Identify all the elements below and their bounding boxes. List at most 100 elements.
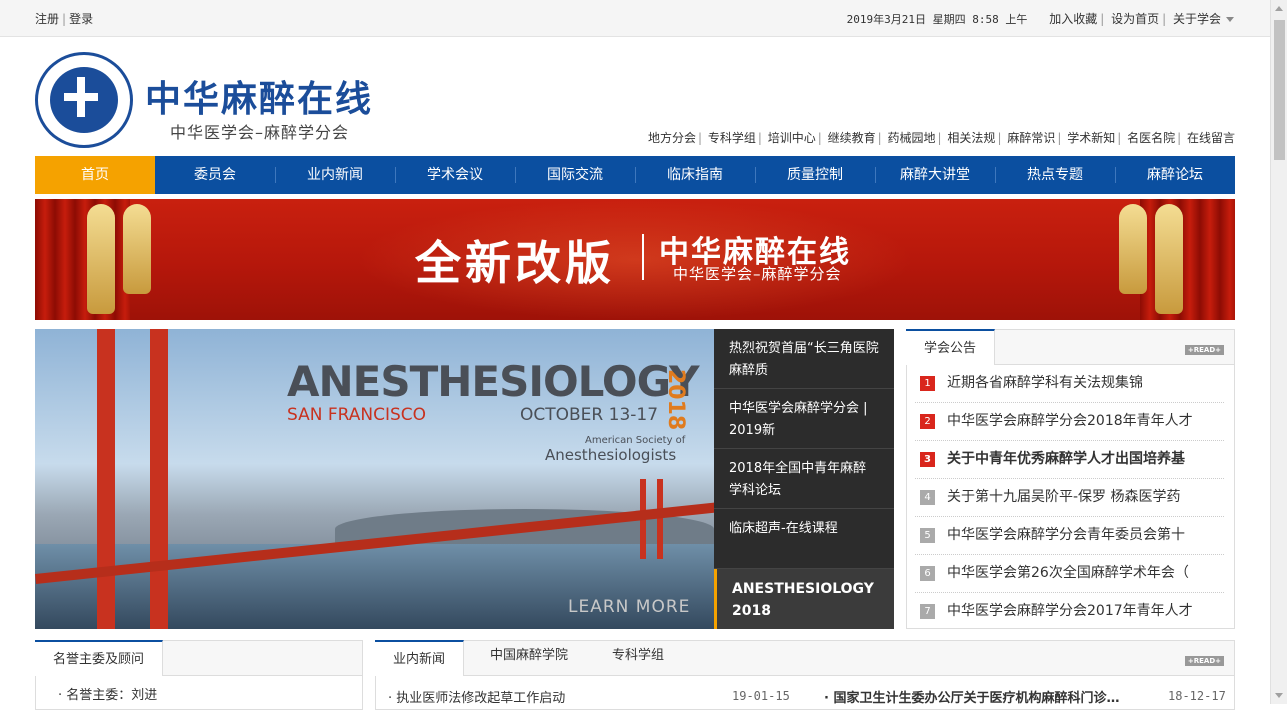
- quick-links: 地方分会 | 专科学组 | 培训中心 | 继续教育 | 药械园地 | 相关法规 | 麻醉常识…: [647, 131, 1235, 145]
- slide-list: 热烈祝贺首届“长三角医院麻醉质 中华医学会麻醉学分会 | 2019新 2018年…: [714, 329, 894, 629]
- quick-link[interactable]: 专科学组: [708, 131, 756, 145]
- list-item[interactable]: 3 关于中青年优秀麻醉学人才出国培养基: [915, 441, 1224, 479]
- honor-panel: 名誉主委及顾问 · 名誉主委：刘进: [35, 640, 363, 710]
- set-homepage-link[interactable]: 设为首页: [1111, 12, 1159, 26]
- tab-industry-news[interactable]: 业内新闻: [375, 640, 465, 676]
- tab-specialty-groups[interactable]: 专科学组: [612, 641, 664, 675]
- slide-dates: OCTOBER 13-17: [520, 405, 659, 425]
- scroll-thumb[interactable]: [1274, 20, 1285, 160]
- news-item-title[interactable]: · 执业医师法修改起草工作启动: [388, 687, 565, 706]
- rank-badge: 2: [920, 414, 935, 429]
- notice-title: 中华医学会麻醉学分会2018年青年人才: [947, 413, 1193, 429]
- list-item[interactable]: 4 关于第十九届吴阶平-保罗 杨森医学药: [915, 479, 1224, 517]
- nav-item-guidelines[interactable]: 临床指南: [635, 156, 755, 194]
- nav-item-forum[interactable]: 麻醉论坛: [1115, 156, 1235, 194]
- slide-org-line2: Anesthesiologists: [545, 446, 677, 464]
- slide-list-item[interactable]: 中华医学会麻醉学分会 | 2019新: [714, 389, 894, 449]
- nav-item-quality-control[interactable]: 质量控制: [755, 156, 875, 194]
- tassel-icon: [1119, 204, 1147, 294]
- quick-link[interactable]: 培训中心: [768, 131, 816, 145]
- slide-city: SAN FRANCISCO: [287, 405, 427, 425]
- promo-banner[interactable]: 全新改版 中华麻醉在线 中华医学会–麻醉学分会: [35, 199, 1235, 320]
- nav-item-international[interactable]: 国际交流: [515, 156, 635, 194]
- news-item-date: 18-12-17: [1168, 689, 1226, 703]
- login-link[interactable]: 登录: [69, 12, 93, 26]
- quick-link[interactable]: 学术新知: [1067, 131, 1115, 145]
- nav-item-hot-topics[interactable]: 热点专题: [995, 156, 1115, 194]
- notice-header: 学会公告 +READ+: [906, 329, 1234, 365]
- tab-honor[interactable]: 名誉主委及顾问: [35, 640, 164, 676]
- news-more-button[interactable]: +READ+: [1184, 656, 1224, 666]
- curtain-left: [35, 199, 130, 320]
- top-bar: 注册 | 登录 2019年3月21日 星期四 8:58 上午 加入收藏 | 设为首页 |…: [0, 0, 1270, 37]
- nav-item-conferences[interactable]: 学术会议: [395, 156, 515, 194]
- tassel-icon: [123, 204, 151, 294]
- quick-link[interactable]: 相关法规: [947, 131, 995, 145]
- slide-list-item[interactable]: 热烈祝贺首届“长三角医院麻醉质: [714, 329, 894, 389]
- logo-cross-horizontal: [64, 93, 98, 101]
- slide-year: 2018: [663, 369, 688, 431]
- tab-china-anesthesia-college[interactable]: 中国麻醉学院: [490, 641, 568, 675]
- slide-list-item-active[interactable]: ANESTHESIOLOGY 2018: [714, 569, 894, 629]
- quick-link[interactable]: 名医名院: [1127, 131, 1175, 145]
- slide-org-line1: American Society of: [585, 435, 686, 446]
- quick-link[interactable]: 地方分会: [648, 131, 696, 145]
- main-nav: 首页 委员会 业内新闻 学术会议 国际交流 临床指南 质量控制 麻醉大讲堂 热点…: [35, 156, 1235, 194]
- tassel-icon: [87, 204, 115, 314]
- banner-divider: [642, 234, 644, 280]
- list-item[interactable]: 6 中华医学会第26次全国麻醉学术年会（: [915, 555, 1224, 593]
- notice-title: 关于第十九届吴阶平-保罗 杨森医学药: [947, 489, 1181, 505]
- list-item[interactable]: 5 中华医学会麻醉学分会青年委员会第十: [915, 517, 1224, 555]
- utility-links: 2019年3月21日 星期四 8:58 上午 加入收藏 | 设为首页 | 关于学会: [847, 10, 1234, 27]
- page-scrollbar[interactable]: [1270, 0, 1287, 704]
- nav-item-home[interactable]: 首页: [35, 156, 155, 194]
- list-item[interactable]: 7 中华医学会麻醉学分会2017年青年人才: [915, 593, 1224, 631]
- slide-title: ANESTHESIOLOGY: [287, 357, 700, 406]
- scroll-up-icon[interactable]: [1275, 6, 1283, 11]
- notice-list: 1 近期各省麻醉学科有关法规集锦 2 中华医学会麻醉学分会2018年青年人才 3 关于…: [907, 365, 1234, 631]
- nav-item-committee[interactable]: 委员会: [155, 156, 275, 194]
- tab-notices[interactable]: 学会公告: [906, 329, 996, 365]
- rank-badge: 6: [920, 566, 935, 581]
- scroll-down-icon[interactable]: [1275, 693, 1283, 698]
- nav-item-industry-news[interactable]: 业内新闻: [275, 156, 395, 194]
- quick-link[interactable]: 麻醉常识: [1007, 131, 1055, 145]
- rank-badge: 7: [920, 604, 935, 619]
- news-item-date: 19-01-15: [732, 689, 790, 703]
- current-datetime: 2019年3月21日 星期四 8:58 上午: [846, 13, 1028, 26]
- honor-item[interactable]: · 名誉主委：刘进: [58, 684, 157, 703]
- slide-list-item[interactable]: 2018年全国中青年麻醉学科论坛: [714, 449, 894, 509]
- notice-title: 近期各省麻醉学科有关法规集锦: [947, 375, 1143, 391]
- notice-title: 中华医学会麻醉学分会2017年青年人才: [947, 603, 1193, 619]
- notice-panel: 学会公告 +READ+ 1 近期各省麻醉学科有关法规集锦 2 中华医学会麻醉学分会2…: [906, 329, 1235, 629]
- quick-link[interactable]: 继续教育: [828, 131, 876, 145]
- site-subtitle: 中华医学会–麻醉学分会: [170, 123, 350, 142]
- about-label: 关于学会: [1172, 12, 1221, 26]
- bridge-tower: [97, 329, 115, 629]
- notice-more-button[interactable]: +READ+: [1184, 345, 1224, 355]
- nav-item-lectures[interactable]: 麻醉大讲堂: [875, 156, 995, 194]
- site-title[interactable]: 中华麻醉在线: [145, 70, 373, 122]
- quick-link[interactable]: 药械园地: [888, 131, 936, 145]
- banner-headline: 全新改版: [415, 236, 615, 290]
- list-item[interactable]: 2 中华医学会麻醉学分会2018年青年人才: [915, 403, 1224, 441]
- about-dropdown[interactable]: 关于学会: [1173, 12, 1234, 26]
- notice-title: 中华医学会第26次全国麻醉学术年会（: [947, 565, 1189, 581]
- slide-list-item[interactable]: 临床超声-在线课程: [714, 509, 894, 569]
- rank-badge: 4: [920, 490, 935, 505]
- quick-link[interactable]: 在线留言: [1187, 131, 1235, 145]
- news-panel: 业内新闻 中国麻醉学院 专科学组 +READ+ · 执业医师法修改起草工作启动 …: [375, 640, 1235, 710]
- learn-more-button[interactable]: LEARN MORE: [568, 597, 690, 617]
- register-link[interactable]: 注册: [35, 12, 59, 26]
- list-item[interactable]: 1 近期各省麻醉学科有关法规集锦: [915, 365, 1224, 403]
- add-favorite-link[interactable]: 加入收藏: [1049, 12, 1097, 26]
- rank-badge: 1: [920, 376, 935, 391]
- news-item-title[interactable]: · 国家卫生计生委办公厅关于医疗机构麻醉科门诊…: [824, 687, 1119, 706]
- rank-badge: 3: [920, 452, 935, 467]
- featured-slide[interactable]: ANESTHESIOLOGY 2018 SAN FRANCISCO OCTOBE…: [35, 329, 714, 629]
- banner-subtitle: 中华医学会–麻醉学分会: [673, 265, 842, 283]
- account-links: 注册 | 登录: [35, 12, 94, 26]
- association-logo[interactable]: [35, 52, 133, 148]
- tassel-icon: [1155, 204, 1183, 314]
- honor-header: 名誉主委及顾问: [35, 640, 362, 676]
